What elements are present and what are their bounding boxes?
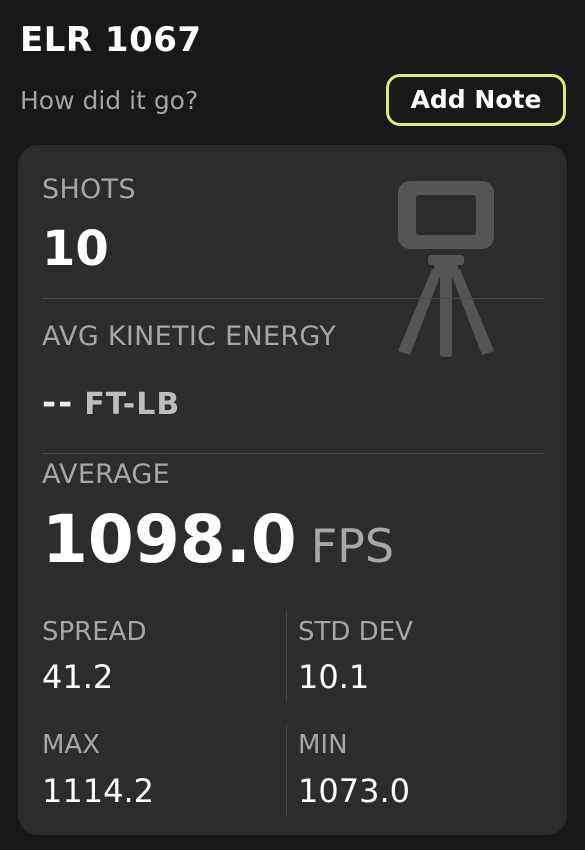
session-title: ELR 1067 [20,20,202,60]
spread-label: SPREAD [42,617,147,647]
column-divider [286,725,287,817]
std-dev-label: STD DEV [298,617,413,647]
max-value: 1114.2 [42,772,154,810]
shots-label: SHOTS [42,174,136,205]
average-value: 1098.0 FPS [42,500,394,597]
std-dev-value: 10.1 [298,658,370,696]
shots-value: 10 [42,221,109,277]
chronograph-tripod-icon [398,181,494,357]
session-prompt: How did it go? [20,86,199,115]
min-value: 1073.0 [298,772,410,810]
average-number: 1098.0 [42,501,297,578]
divider [42,298,543,299]
average-unit: FPS [310,519,395,573]
session-summary-screen: ELR 1067 How did it go? Add Note SHOTS 1… [0,0,585,850]
add-note-button[interactable]: Add Note [386,74,566,126]
average-label: AVERAGE [42,459,171,490]
kinetic-energy-value: -- FT-LB [42,381,180,427]
stats-card: SHOTS 10 AVG KINETIC ENERGY -- FT-LB AVER… [18,145,567,835]
spread-value: 41.2 [42,658,114,696]
kinetic-energy-label: AVG KINETIC ENERGY [42,321,337,352]
column-divider [286,611,287,701]
max-label: MAX [42,730,101,760]
min-label: MIN [298,730,348,760]
divider [42,453,543,454]
kinetic-energy-number: -- [42,383,75,423]
kinetic-energy-unit: FT-LB [84,387,181,422]
